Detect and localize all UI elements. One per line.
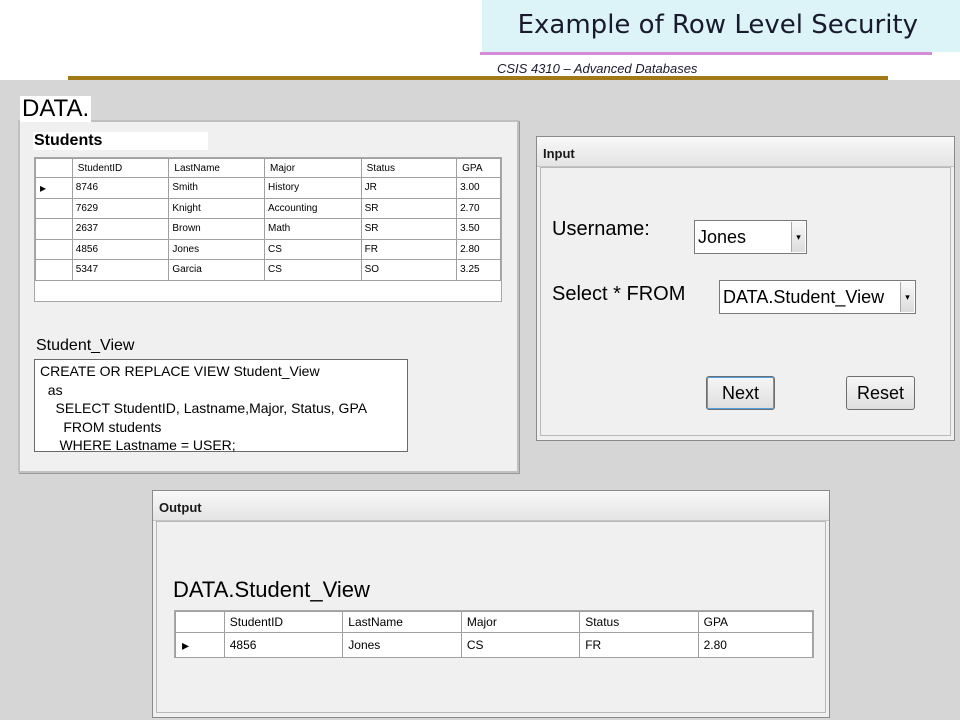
data-label: DATA. — [20, 95, 92, 122]
table-cell[interactable]: 3.00 — [456, 177, 501, 199]
table-row[interactable]: ▸ 8746 Smith History JR 3.00 — [35, 177, 501, 199]
column-header[interactable]: Status — [579, 611, 699, 633]
table-cell[interactable]: SR — [360, 197, 458, 219]
table-header-row: StudentID LastName Major Status GPA — [35, 158, 501, 178]
table-cell[interactable]: 3.25 — [456, 259, 501, 281]
username-value: Jones — [698, 226, 747, 247]
table-cell[interactable]: FR — [360, 238, 458, 260]
username-label: Username: — [552, 218, 650, 240]
input-window-body: Username: Jones ▾ Select * FROM DATA.Stu… — [540, 167, 951, 436]
table-cell[interactable]: 5347 — [71, 259, 170, 281]
table-cell[interactable]: Knight — [168, 197, 266, 219]
row-header-corner — [35, 158, 73, 178]
table-row[interactable]: 2637 Brown Math SR 3.50 — [35, 218, 501, 240]
table-row[interactable]: 5347 Garcia CS SO 3.25 — [35, 259, 501, 281]
table-cell[interactable]: 2637 — [71, 218, 170, 240]
table-row[interactable]: 4856 Jones CS FR 2.80 — [35, 238, 501, 260]
column-header[interactable]: Status — [360, 158, 458, 178]
table-cell[interactable]: Smith — [168, 177, 266, 199]
table-cell[interactable]: FR — [579, 632, 699, 658]
students-grid[interactable]: StudentID LastName Major Status GPA ▸ 87… — [34, 157, 502, 302]
table-row[interactable]: ▸ 4856 Jones CS FR 2.80 — [175, 632, 814, 658]
table-cell[interactable]: History — [264, 177, 362, 199]
reset-button[interactable]: Reset — [846, 376, 915, 410]
view-select-value: DATA.Student_View — [723, 286, 885, 307]
row-header[interactable] — [35, 197, 73, 219]
table-cell[interactable]: 7629 — [71, 197, 170, 219]
table-cell[interactable]: CS — [460, 632, 581, 658]
view-sql-text[interactable]: CREATE OR REPLACE VIEW Student_View as S… — [34, 359, 408, 453]
table-cell[interactable]: 4856 — [71, 238, 170, 260]
output-view-name: DATA.Student_View — [173, 577, 370, 602]
chevron-down-icon[interactable]: ▾ — [791, 222, 805, 252]
table-cell[interactable]: 2.80 — [456, 238, 501, 260]
sql-line: WHERE Lastname = USER; — [40, 437, 236, 453]
input-window-title: Input — [537, 137, 954, 167]
output-window-title: Output — [153, 491, 829, 521]
output-grid[interactable]: StudentID LastName Major Status GPA ▸ 48… — [174, 610, 814, 658]
row-header-corner — [175, 611, 225, 633]
table-cell[interactable]: Brown — [168, 218, 266, 240]
input-window: Input Username: Jones ▾ Select * FROM DA… — [536, 136, 955, 441]
sql-line: FROM students — [40, 418, 162, 435]
view-select[interactable]: DATA.Student_View ▾ — [719, 280, 916, 314]
table-cell[interactable]: 3.50 — [456, 218, 501, 240]
title-underline — [480, 52, 932, 55]
column-header[interactable]: Major — [460, 611, 581, 633]
current-row-marker[interactable]: ▸ — [175, 632, 225, 658]
table-cell[interactable]: 2.70 — [456, 197, 501, 219]
column-header[interactable]: Major — [264, 158, 362, 178]
column-header[interactable]: GPA — [456, 158, 501, 178]
table-cell[interactable]: 2.80 — [697, 632, 814, 658]
column-header[interactable]: LastName — [342, 611, 462, 633]
username-select[interactable]: Jones ▾ — [694, 220, 807, 254]
course-label: CSIS 4310 – Advanced Databases — [497, 61, 698, 76]
row-header[interactable] — [35, 218, 73, 240]
column-header[interactable]: LastName — [168, 158, 266, 178]
column-header[interactable]: StudentID — [71, 158, 170, 178]
table-cell[interactable]: SR — [360, 218, 458, 240]
output-window-body: DATA.Student_View StudentID LastName Maj… — [156, 521, 826, 713]
table-cell[interactable]: CS — [264, 238, 362, 260]
view-label: Student_View — [36, 337, 135, 354]
table-cell[interactable]: Math — [264, 218, 362, 240]
chevron-down-icon[interactable]: ▾ — [900, 282, 914, 312]
current-row-marker[interactable]: ▸ — [35, 177, 73, 199]
table-cell[interactable]: 4856 — [223, 632, 344, 658]
column-header[interactable]: StudentID — [223, 611, 344, 633]
table-cell[interactable]: Garcia — [168, 259, 266, 281]
row-header[interactable] — [35, 238, 73, 260]
sql-line: CREATE OR REPLACE VIEW Student_View — [40, 363, 320, 379]
table-header-row: StudentID LastName Major Status GPA — [175, 611, 814, 633]
table-cell[interactable]: Jones — [168, 238, 266, 260]
slide-title: Example of Row Level Security — [517, 10, 918, 40]
sql-line: as — [40, 381, 63, 398]
select-from-label: Select * FROM — [552, 283, 686, 305]
table-row[interactable]: 7629 Knight Accounting SR 2.70 — [35, 197, 501, 219]
output-window: Output DATA.Student_View StudentID LastN… — [152, 490, 830, 718]
table-cell[interactable]: 8746 — [71, 177, 170, 199]
table-cell[interactable]: JR — [360, 177, 458, 199]
students-label: Students — [33, 132, 208, 150]
table-cell[interactable]: SO — [360, 259, 458, 281]
sql-line: SELECT StudentID, Lastname,Major, Status… — [40, 400, 368, 416]
table-cell[interactable]: CS — [264, 259, 362, 281]
column-header[interactable]: GPA — [697, 611, 814, 633]
next-button[interactable]: Next — [706, 376, 775, 410]
data-panel: Students StudentID LastName Major Status… — [18, 120, 519, 473]
table-cell[interactable]: Accounting — [264, 197, 362, 219]
table-cell[interactable]: Jones — [342, 632, 462, 658]
row-header[interactable] — [35, 259, 73, 281]
slide-title-box: Example of Row Level Security — [482, 0, 960, 52]
